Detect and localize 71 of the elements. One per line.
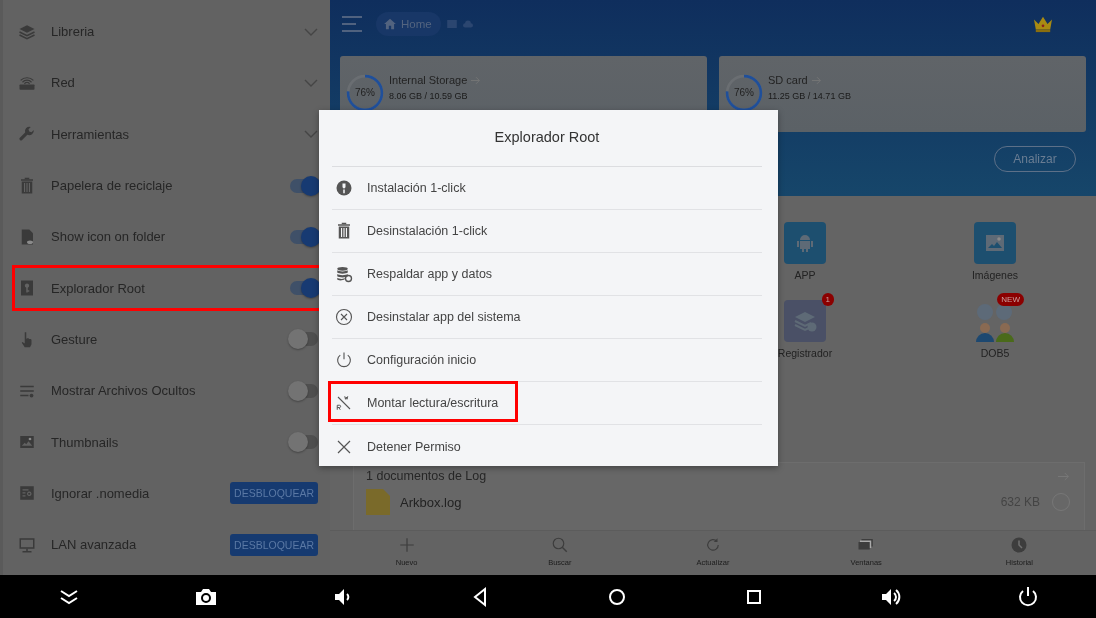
menu-label: Mostrar Archivos Ocultos xyxy=(51,383,197,399)
layers-icon xyxy=(18,22,36,41)
menu-label: Ignorar .nomedia xyxy=(51,485,151,501)
keyhole-icon xyxy=(18,279,36,298)
storage-name: Internal Storage xyxy=(389,74,468,86)
image-icon xyxy=(18,433,36,451)
circle-close-icon xyxy=(335,308,353,326)
menu-label: Gesture xyxy=(51,331,99,347)
unlock-button[interactable]: DESBLOQUEAR xyxy=(230,482,318,505)
storage-usage: 11.25 GB / 14.71 GB xyxy=(768,91,851,101)
menu-item[interactable]: Desinstalar app del sistema xyxy=(332,296,762,339)
count-badge: 1 xyxy=(821,293,834,306)
read-write-icon xyxy=(335,394,353,412)
menu-icon xyxy=(342,16,362,32)
menu-item[interactable]: Configuración inicio xyxy=(332,339,762,382)
toggle-switch[interactable] xyxy=(290,435,318,449)
database-icon xyxy=(335,265,353,283)
power-icon xyxy=(335,351,353,369)
menu-item[interactable]: Respaldar app y datos xyxy=(332,253,762,296)
trash-icon xyxy=(18,176,36,195)
home-breadcrumb[interactable]: Home xyxy=(376,12,441,36)
percent-label: 76% xyxy=(734,87,754,99)
menu-item[interactable]: Desinstalación 1-click xyxy=(332,210,762,253)
chevron-down-icon xyxy=(304,130,318,139)
menu-label: Papelera de reciclaje xyxy=(51,178,174,194)
storage-usage: 8.06 GB / 10.59 GB xyxy=(389,91,469,101)
menu-item[interactable]: Instalación 1-click xyxy=(332,167,762,210)
crown-icon xyxy=(1032,15,1054,33)
toggle-switch[interactable] xyxy=(290,281,318,296)
home-icon xyxy=(383,17,397,31)
storage-name: SD card xyxy=(768,74,808,86)
menu-label: LAN avanzada xyxy=(51,537,138,553)
section-title: 1 documentos de Log xyxy=(366,469,487,483)
chevron-down-icon xyxy=(304,78,318,87)
stack-clock-icon xyxy=(793,309,817,333)
menu-label: Explorador Root xyxy=(51,280,146,296)
clock-icon xyxy=(1010,536,1029,554)
cloud-icon xyxy=(462,20,473,28)
storage-card[interactable]: 76% SD card 11.25 GB / 14.71 GB xyxy=(719,56,1086,132)
toggle-switch[interactable] xyxy=(290,383,318,398)
shortcut-label[interactable]: Registrador xyxy=(777,347,833,359)
menu-label: Herramientas xyxy=(51,126,131,142)
count-badge: NEW xyxy=(997,293,1024,306)
app-tile[interactable] xyxy=(784,222,826,264)
toggle-switch[interactable] xyxy=(290,332,318,347)
plus-icon xyxy=(397,536,416,554)
folder-icon xyxy=(446,20,457,28)
file-name[interactable]: Arkbox.log xyxy=(400,494,1001,510)
toggle-switch[interactable] xyxy=(290,178,318,193)
menu-item[interactable]: Montar lectura/escritura xyxy=(332,382,762,425)
search-icon xyxy=(550,536,569,554)
refresh-icon xyxy=(704,536,722,554)
file-icon xyxy=(366,489,390,515)
app-tile[interactable] xyxy=(784,300,826,342)
monitor-icon xyxy=(18,535,36,554)
toggle-switch[interactable] xyxy=(290,229,318,244)
shortcut-label[interactable]: Imágenes xyxy=(971,269,1019,281)
shortcut-label[interactable]: DOB5 xyxy=(980,347,1010,359)
app-tile[interactable] xyxy=(974,222,1016,264)
percent-label: 76% xyxy=(355,87,375,99)
dialog-title: Explorador Root xyxy=(332,110,762,167)
trash-icon xyxy=(335,222,353,240)
unlock-button[interactable]: DESBLOQUEAR xyxy=(230,533,318,556)
menu-label: Libreria xyxy=(51,24,96,40)
menu-item[interactable]: Detener Permiso xyxy=(332,425,762,468)
document-search-icon xyxy=(18,484,36,503)
menu-label: Show icon on folder xyxy=(51,229,167,245)
chevron-down-icon xyxy=(304,27,318,36)
menu-label: Red xyxy=(51,75,76,91)
shortcut-label[interactable]: APP xyxy=(794,269,816,281)
menu-label: Thumbnails xyxy=(51,434,120,450)
